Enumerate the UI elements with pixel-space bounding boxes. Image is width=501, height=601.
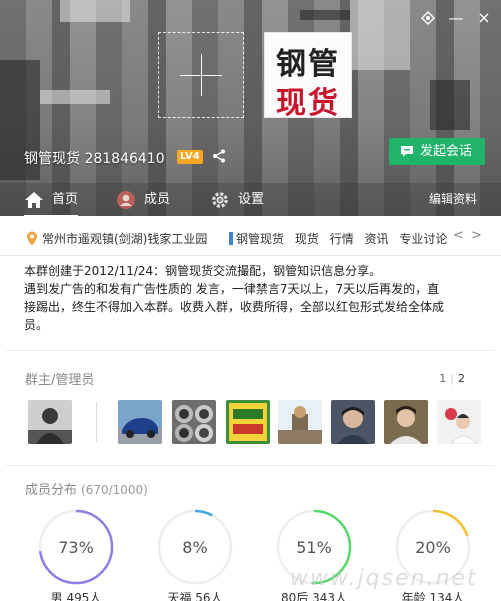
members-icon [117,191,135,209]
tag-separator [229,232,233,245]
admin-avatar[interactable] [226,400,270,444]
tag-item[interactable]: 资讯 [365,232,389,246]
nav-bar: 首页 成员 设置 编辑资料 [0,183,501,216]
intro-line: 本群创建于2012/11/24：钢管现货交流撮配，钢管知识信息分享。 [24,264,382,278]
pager-separator: | [450,372,454,385]
owner-avatar[interactable] [28,400,72,444]
group-header: — × 钢管 现货 钢管现货 281846410 LV4 发起会话 首页 成员 … [0,0,501,216]
share-icon[interactable] [211,148,227,164]
tab-members-label: 成员 [144,192,171,207]
ring-label: 男 495人 [50,591,102,601]
ring-percent: 20% [415,538,451,557]
distribution-section-title: 成员分布 (670/1000) [25,479,148,498]
intro-line: 接踢出，终生不得加入本群。收费入群，收费所得，全部以红包形式发给全体成 [24,300,445,314]
admin-avatar[interactable] [384,400,428,444]
tag-item[interactable]: 钢管现货 [236,232,284,246]
start-chat-label: 发起会话 [420,144,473,159]
member-count: (670/1000) [81,483,148,497]
level-badge: LV4 [177,150,203,164]
home-icon [25,192,43,208]
admins-section-title: 群主/管理员 [25,373,95,388]
admin-avatar[interactable] [278,400,322,444]
edit-profile-link[interactable]: 编辑资料 [429,183,477,216]
skin-button[interactable] [418,8,438,28]
plus-icon-stroke [201,54,202,96]
background-decoration [40,90,110,104]
skin-icon [421,11,435,25]
location-text: 常州市遥观镇(剑湖)钱家工业园 [42,232,208,246]
section-divider [6,465,495,466]
tab-home[interactable]: 首页 [24,183,79,216]
intro-line: 遇到发广告的和发有广告性质的 发言，一律禁言7天以上，7天以后再发的，直 [24,282,440,296]
pager-current-page[interactable]: 2 [458,372,465,385]
group-title: 钢管现货 281846410 [24,151,165,167]
admin-avatar[interactable] [331,400,375,444]
background-decoration [60,0,130,22]
admin-avatar[interactable] [172,400,216,444]
location-icon [27,231,37,246]
ring-percent: 8% [182,538,208,557]
settings-icon [212,192,228,208]
pager-page[interactable]: 1 [439,372,446,385]
intro-line: 员。 [24,318,49,332]
tab-settings-label: 设置 [238,192,265,207]
admin-avatar[interactable] [437,400,481,444]
ring-label: 天福 56人 [167,591,223,601]
group-avatar-text: 现货 [276,86,340,121]
group-avatar-text: 钢管 [276,47,340,82]
tag-item[interactable]: 专业讨论 [399,232,447,246]
background-decoration [300,10,350,20]
close-button[interactable]: × [474,8,494,28]
background-decoration [350,0,410,70]
chat-icon [401,146,413,157]
group-introduction: 本群创建于2012/11/24：钢管现货交流撮配，钢管知识信息分享。 遇到发广告… [24,262,480,334]
avatar-divider [96,402,97,442]
distribution-ring[interactable]: 73% [37,508,115,586]
tags-next-button[interactable]: > [471,228,482,243]
tab-members[interactable]: 成员 [116,183,170,216]
tags-prev-button[interactable]: < [453,228,464,243]
admins-pager: 1 | 2 [439,372,465,385]
background-decoration [430,80,470,130]
group-tags-row: 常州市遥观镇(剑湖)钱家工业园 钢管现货 现货 行情 资讯 专业讨论 < > [0,216,501,256]
admin-avatar[interactable] [118,400,162,444]
section-divider [6,350,495,351]
tab-home-label: 首页 [52,192,79,207]
tag-item[interactable]: 现货 [295,232,319,246]
tag-list: 钢管现货 现货 行情 资讯 专业讨论 [236,230,450,247]
ring-percent: 73% [58,538,94,557]
group-avatar[interactable]: 钢管 现货 [264,32,352,121]
tag-item[interactable]: 行情 [330,232,354,246]
distribution-title-text: 成员分布 [25,483,78,498]
minimize-button[interactable]: — [446,8,466,28]
start-chat-button[interactable]: 发起会话 [389,138,485,165]
tab-settings[interactable]: 设置 [210,183,264,216]
distribution-ring[interactable]: 8% [156,508,234,586]
watermark: www.jqsen.net [290,566,478,591]
add-photo-button[interactable] [158,32,244,118]
ring-percent: 51% [296,538,332,557]
